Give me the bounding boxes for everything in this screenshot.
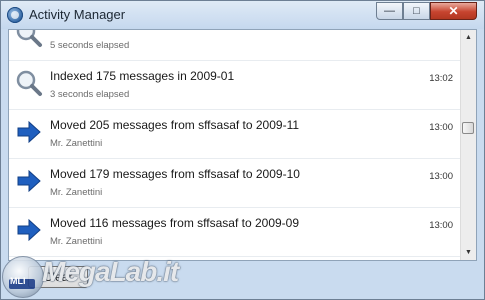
blue-arrow-icon — [15, 167, 43, 195]
activity-item[interactable]: Moved 116 messages from sffsasaf to 2009… — [9, 208, 461, 257]
maximize-button[interactable]: □ — [403, 2, 430, 20]
activity-time: 13:00 — [429, 122, 453, 133]
vertical-scrollbar[interactable]: ▲ ▼ — [460, 30, 476, 260]
activity-item[interactable]: Indexed 175 messages in 2009-01 3 second… — [9, 61, 461, 110]
scroll-down-icon[interactable]: ▼ — [461, 245, 476, 260]
scroll-up-icon[interactable]: ▲ — [461, 30, 476, 45]
activity-item[interactable]: 5 seconds elapsed — [9, 30, 461, 61]
window-title: Activity Manager — [29, 7, 126, 22]
activity-subtitle: Mr. Zanettini — [50, 138, 103, 149]
footer: Clear — [8, 263, 477, 293]
minimize-button[interactable]: — — [376, 2, 403, 20]
activity-item[interactable]: Moved 179 messages from sffsasaf to 2009… — [9, 159, 461, 208]
activity-list: 5 seconds elapsed Indexed 175 messages i… — [9, 30, 461, 257]
activity-item[interactable]: Moved 205 messages from sffsasaf to 2009… — [9, 110, 461, 159]
activity-title: Indexed 175 messages in 2009-01 — [50, 69, 235, 83]
magnifier-icon — [15, 30, 43, 48]
activity-subtitle: 3 seconds elapsed — [50, 89, 130, 100]
activity-subtitle: Mr. Zanettini — [50, 236, 103, 247]
activity-title: Moved 179 messages from sffsasaf to 2009… — [50, 167, 300, 181]
app-icon — [7, 7, 23, 23]
scrollbar-thumb[interactable] — [462, 122, 474, 134]
activity-title: Moved 116 messages from sffsasaf to 2009… — [50, 216, 300, 230]
activity-time: 13:02 — [429, 73, 453, 84]
activity-subtitle: Mr. Zanettini — [50, 187, 103, 198]
blue-arrow-icon — [15, 216, 43, 244]
blue-arrow-icon — [15, 118, 43, 146]
activity-title: Moved 205 messages from sffsasaf to 2009… — [50, 118, 300, 132]
activity-subtitle: 5 seconds elapsed — [50, 40, 130, 51]
close-button[interactable]: ✕ — [430, 2, 477, 20]
clear-button[interactable]: Clear — [28, 266, 88, 288]
activity-time: 13:00 — [429, 171, 453, 182]
activity-manager-window: Activity Manager — □ ✕ 5 seconds elapsed… — [0, 0, 485, 300]
activity-time: 13:00 — [429, 220, 453, 231]
activity-list-panel: 5 seconds elapsed Indexed 175 messages i… — [8, 29, 477, 261]
magnifier-icon — [15, 69, 43, 97]
title-bar: Activity Manager — □ ✕ — [1, 1, 484, 29]
